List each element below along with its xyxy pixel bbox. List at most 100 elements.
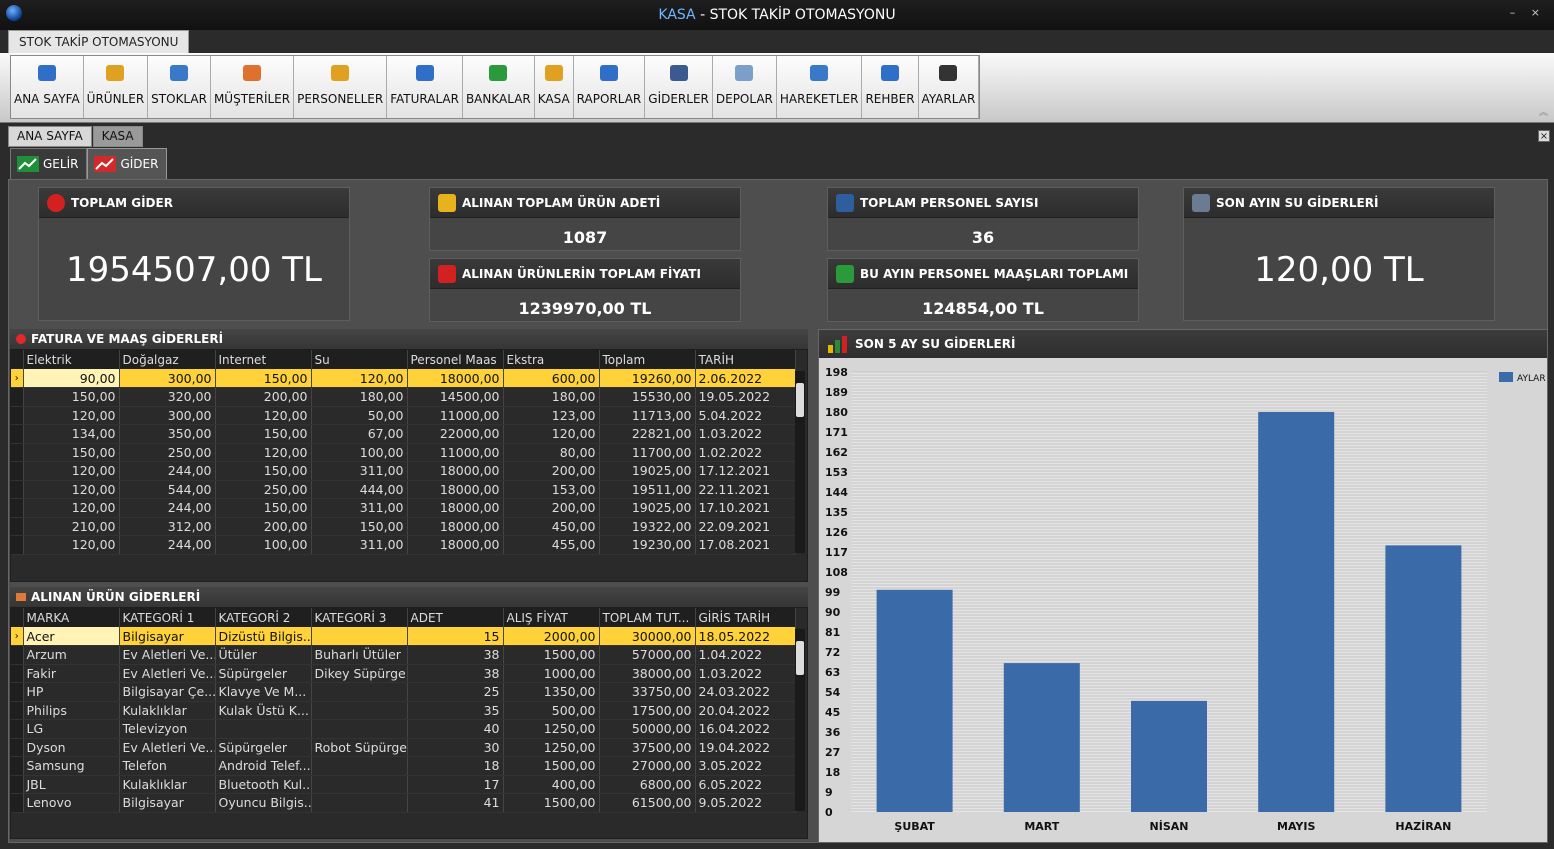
- table-cell[interactable]: 320,00: [119, 387, 216, 407]
- row-indicator[interactable]: [11, 443, 24, 462]
- table-cell[interactable]: 57000,00: [599, 645, 696, 665]
- tab-expense[interactable]: GİDER: [87, 148, 168, 179]
- table-cell[interactable]: 200,00: [503, 461, 600, 481]
- table-row[interactable]: Arzum Ev Aletleri Ve... Ütüler Buharlı Ütül…: [11, 645, 796, 665]
- table-cell[interactable]: 180,00: [503, 387, 600, 407]
- table-cell[interactable]: 67,00: [311, 424, 408, 444]
- column-header[interactable]: Doğalgaz: [119, 350, 216, 369]
- table-cell[interactable]: 17500,00: [599, 701, 696, 720]
- table-cell[interactable]: 120,00: [23, 480, 120, 499]
- row-indicator[interactable]: [11, 424, 24, 444]
- ribbon-button-7[interactable]: KASA: [535, 56, 574, 118]
- table-cell[interactable]: 11713,00: [599, 406, 696, 425]
- products-scrollbar[interactable]: [795, 629, 805, 811]
- table-cell[interactable]: [311, 756, 408, 776]
- ribbon-button-12[interactable]: REHBER: [862, 56, 919, 118]
- table-cell[interactable]: 150,00: [215, 369, 312, 388]
- table-cell[interactable]: 100,00: [311, 443, 408, 462]
- table-cell[interactable]: 50,00: [311, 406, 408, 425]
- table-cell[interactable]: 134,00: [23, 424, 120, 444]
- table-cell[interactable]: 153,00: [503, 480, 600, 499]
- table-cell[interactable]: 18000,00: [407, 535, 504, 555]
- column-header[interactable]: Toplam: [599, 350, 696, 369]
- table-cell[interactable]: 1500,00: [503, 793, 600, 813]
- table-cell[interactable]: 150,00: [311, 517, 408, 536]
- row-indicator[interactable]: [11, 535, 24, 555]
- table-cell[interactable]: 30: [407, 738, 504, 757]
- table-cell[interactable]: Ütüler: [215, 645, 312, 665]
- column-header[interactable]: Internet: [215, 350, 312, 369]
- table-cell[interactable]: 1000,00: [503, 664, 600, 683]
- table-cell[interactable]: 27000,00: [599, 756, 696, 776]
- table-cell[interactable]: 18: [407, 756, 504, 776]
- table-cell[interactable]: 22000,00: [407, 424, 504, 444]
- table-cell[interactable]: 1500,00: [503, 645, 600, 665]
- table-row[interactable]: › Acer Bilgisayar Dizüstü Bilgis... 15 2000,0…: [11, 627, 796, 646]
- row-indicator[interactable]: [11, 738, 24, 757]
- ribbon-button-6[interactable]: BANKALAR: [463, 56, 535, 118]
- row-indicator[interactable]: [11, 682, 24, 702]
- table-cell[interactable]: 311,00: [311, 498, 408, 518]
- table-cell[interactable]: Televizyon: [119, 719, 216, 739]
- table-cell[interactable]: 17.08.2021: [695, 535, 796, 555]
- table-cell[interactable]: Samsung: [23, 756, 120, 776]
- column-header[interactable]: ALIŞ FİYAT: [503, 608, 600, 627]
- table-cell[interactable]: 311,00: [311, 535, 408, 555]
- table-cell[interactable]: 2000,00: [503, 627, 600, 646]
- table-cell[interactable]: 14500,00: [407, 387, 504, 407]
- column-header[interactable]: Elektrik: [23, 350, 120, 369]
- table-cell[interactable]: 22821,00: [599, 424, 696, 444]
- table-cell[interactable]: 120,00: [23, 406, 120, 425]
- table-cell[interactable]: 11700,00: [599, 443, 696, 462]
- row-indicator[interactable]: [11, 701, 24, 720]
- table-row[interactable]: 120,00 300,00 120,00 50,00 11000,00 123,00 117…: [11, 406, 796, 425]
- table-cell[interactable]: 19025,00: [599, 461, 696, 481]
- table-cell[interactable]: 6.05.2022: [695, 775, 796, 794]
- table-cell[interactable]: [311, 682, 408, 702]
- table-cell[interactable]: 17.12.2021: [695, 461, 796, 481]
- table-cell[interactable]: Bilgisayar: [119, 627, 216, 646]
- table-cell[interactable]: 150,00: [215, 498, 312, 518]
- table-cell[interactable]: [215, 719, 312, 739]
- row-indicator[interactable]: [11, 498, 24, 518]
- table-row[interactable]: 120,00 244,00 150,00 311,00 18000,00 200,00 19…: [11, 498, 796, 518]
- table-cell[interactable]: Oyuncu Bilgis...: [215, 793, 312, 813]
- table-cell[interactable]: 41: [407, 793, 504, 813]
- row-indicator[interactable]: ›: [11, 369, 24, 388]
- table-cell[interactable]: 1350,00: [503, 682, 600, 702]
- table-cell[interactable]: Dikey Süpürge: [311, 664, 408, 683]
- table-cell[interactable]: 450,00: [503, 517, 600, 536]
- row-indicator[interactable]: [11, 406, 24, 425]
- column-header[interactable]: ADET: [407, 608, 504, 627]
- table-cell[interactable]: Ev Aletleri Ve...: [119, 645, 216, 665]
- table-cell[interactable]: 1250,00: [503, 738, 600, 757]
- table-cell[interactable]: 18000,00: [407, 517, 504, 536]
- table-cell[interactable]: Ev Aletleri Ve...: [119, 664, 216, 683]
- table-cell[interactable]: 38: [407, 664, 504, 683]
- scroll-thumb[interactable]: [796, 383, 804, 417]
- column-header[interactable]: KATEGORİ 2: [215, 608, 312, 627]
- table-cell[interactable]: 250,00: [119, 443, 216, 462]
- ribbon-button-9[interactable]: GİDERLER: [645, 56, 713, 118]
- table-cell[interactable]: 30000,00: [599, 627, 696, 646]
- table-cell[interactable]: Bilgisayar: [119, 793, 216, 813]
- column-header[interactable]: Ekstra: [503, 350, 600, 369]
- table-cell[interactable]: 19025,00: [599, 498, 696, 518]
- table-cell[interactable]: HP: [23, 682, 120, 702]
- table-row[interactable]: JBL Kulaklıklar Bluetooth Kul... 17 400,00 68…: [11, 775, 796, 794]
- ribbon-button-11[interactable]: HAREKETLER: [777, 56, 863, 118]
- table-cell[interactable]: 18000,00: [407, 369, 504, 388]
- table-cell[interactable]: Bilgisayar Çe...: [119, 682, 216, 702]
- table-row[interactable]: 134,00 350,00 150,00 67,00 22000,00 120,00 228…: [11, 424, 796, 444]
- table-cell[interactable]: 444,00: [311, 480, 408, 499]
- table-row[interactable]: › 90,00 300,00 150,00 120,00 18000,00 600,00 19…: [11, 369, 796, 388]
- table-cell[interactable]: 455,00: [503, 535, 600, 555]
- table-row[interactable]: LG Televizyon 40 1250,00 50000,00 16.04.2022: [11, 719, 796, 739]
- table-cell[interactable]: 2.06.2022: [695, 369, 796, 388]
- table-cell[interactable]: 1250,00: [503, 719, 600, 739]
- table-cell[interactable]: 5.04.2022: [695, 406, 796, 425]
- column-header[interactable]: KATEGORİ 1: [119, 608, 216, 627]
- table-cell[interactable]: Buharlı Ütüler: [311, 645, 408, 665]
- doc-tab-kasa[interactable]: KASA: [92, 126, 143, 147]
- table-cell[interactable]: 35: [407, 701, 504, 720]
